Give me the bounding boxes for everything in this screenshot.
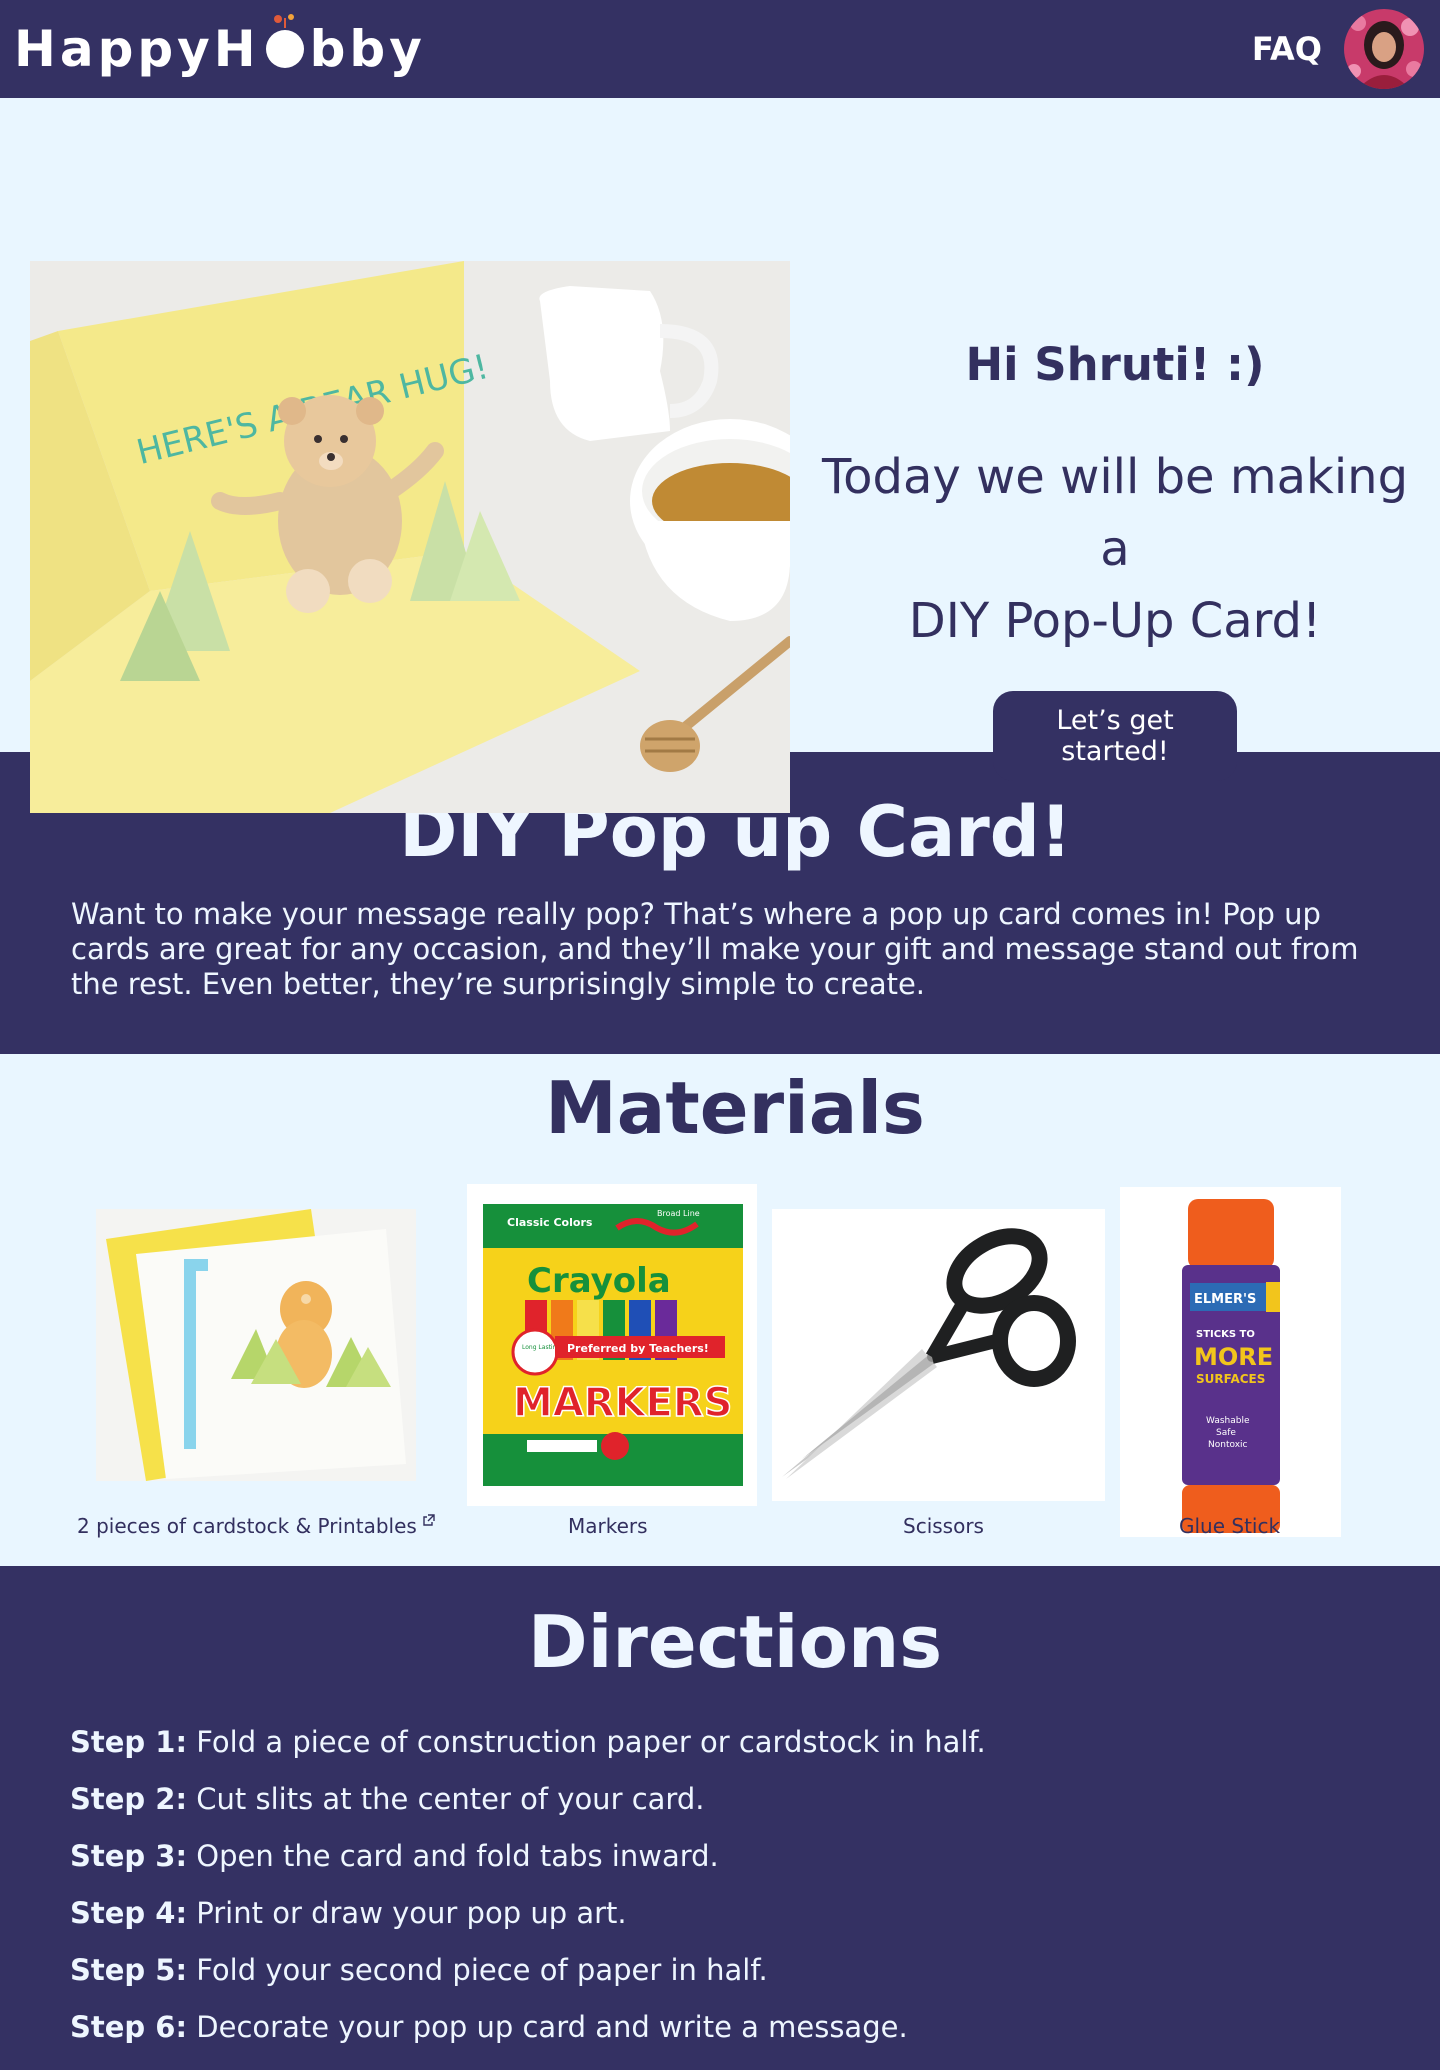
step-text: Decorate your pop up card and write a me… (187, 2010, 908, 2044)
glue-line3: SURFACES (1196, 1372, 1265, 1386)
directions-section: Directions Step 1: Fold a piece of const… (0, 1566, 1440, 2070)
step-label: Step 2: (70, 1782, 188, 1816)
glue-line5: Safe (1216, 1428, 1236, 1438)
step-item: Step 4: Print or draw your pop up art. (70, 1885, 1440, 1942)
glue-stick-image[interactable]: ELMER'S STICKS TO MORE SURFACES Washable… (1120, 1187, 1341, 1537)
hero-section: HERE'S A BEAR HUG! (0, 98, 1440, 813)
step-item: Step 3: Open the card and fold tabs inwa… (70, 1828, 1440, 1885)
material-caption-markers[interactable]: Markers (568, 1514, 648, 1538)
step-label: Step 1: (70, 1725, 188, 1759)
step-item: Step 2: Cut slits at the center of your … (70, 1771, 1440, 1828)
cardstock-image[interactable] (96, 1209, 416, 1481)
hero-intro-line1: Today we will be making a (821, 449, 1409, 577)
materials-title: Materials (545, 1066, 925, 1150)
marker-box-brand: Crayola (527, 1261, 671, 1301)
glue-line2: MORE (1194, 1343, 1273, 1371)
nav-right: FAQ (1252, 9, 1424, 89)
navbar: HappyH bby FAQ (0, 0, 1440, 98)
steps-list: Step 1: Fold a piece of construction pap… (0, 1714, 1440, 2056)
material-caption-glue-stick[interactable]: Glue Stick (1179, 1514, 1280, 1538)
hero-intro-line2: DIY Pop-Up Card! (908, 593, 1322, 649)
step-text: Cut slits at the center of your card. (187, 1782, 705, 1816)
marker-box-top-left: Classic Colors (507, 1216, 593, 1229)
step-label: Step 5: (70, 1953, 188, 1987)
hero-text: Hi Shruti! :) Today we will be making a … (800, 338, 1430, 781)
step-label: Step 4: (70, 1896, 188, 1930)
material-caption-cardstock[interactable]: 2 pieces of cardstock & Printables (77, 1514, 435, 1538)
user-avatar[interactable] (1344, 9, 1424, 89)
hero-greeting: Hi Shruti! :) (965, 338, 1265, 391)
step-text: Print or draw your pop up art. (187, 1896, 627, 1930)
about-description: Want to make your message really pop? Th… (71, 897, 1359, 1001)
hero-image: HERE'S A BEAR HUG! (30, 261, 790, 813)
marker-box-banner: Preferred by Teachers! (567, 1342, 709, 1355)
materials-section: Materials 2 pieces of cardstock & Printa… (0, 1054, 1440, 1566)
logo-pot-icon (264, 14, 306, 70)
glue-brand: ELMER'S (1194, 1292, 1256, 1307)
glue-line6: Nontoxic (1208, 1440, 1248, 1450)
logo-text-left: HappyH (14, 20, 260, 78)
material-caption-scissors[interactable]: Scissors (903, 1514, 984, 1538)
glue-line4: Washable (1206, 1416, 1250, 1426)
step-item: Step 1: Fold a piece of construction pap… (70, 1714, 1440, 1771)
get-started-button[interactable]: Let’s get started! (993, 691, 1237, 781)
glue-line1: STICKS TO (1196, 1329, 1255, 1340)
marker-box-top-right: Broad Line (657, 1209, 700, 1218)
directions-title: Directions (527, 1600, 943, 1684)
cardstock-label[interactable]: 2 pieces of cardstock & Printables (77, 1514, 417, 1538)
step-text: Open the card and fold tabs inward. (187, 1839, 719, 1873)
external-link-icon[interactable] (423, 1514, 435, 1526)
step-text: Fold a piece of construction paper or ca… (187, 1725, 986, 1759)
faq-link[interactable]: FAQ (1252, 30, 1322, 68)
step-label: Step 6: (70, 2010, 188, 2044)
step-item: Step 6: Decorate your pop up card and wr… (70, 1999, 1440, 2056)
hero-intro: Today we will be making a DIY Pop-Up Car… (800, 441, 1430, 657)
scissors-image[interactable] (772, 1209, 1105, 1501)
logo[interactable]: HappyH bby (14, 14, 426, 78)
logo-text-right: bby (309, 20, 426, 78)
markers-image[interactable]: Classic Colors Broad Line Crayola Long L… (467, 1184, 757, 1506)
step-text: Fold your second piece of paper in half. (187, 1953, 768, 1987)
step-label: Step 3: (70, 1839, 188, 1873)
marker-box-product: MARKERS (513, 1380, 733, 1426)
step-item: Step 5: Fold your second piece of paper … (70, 1942, 1440, 1999)
